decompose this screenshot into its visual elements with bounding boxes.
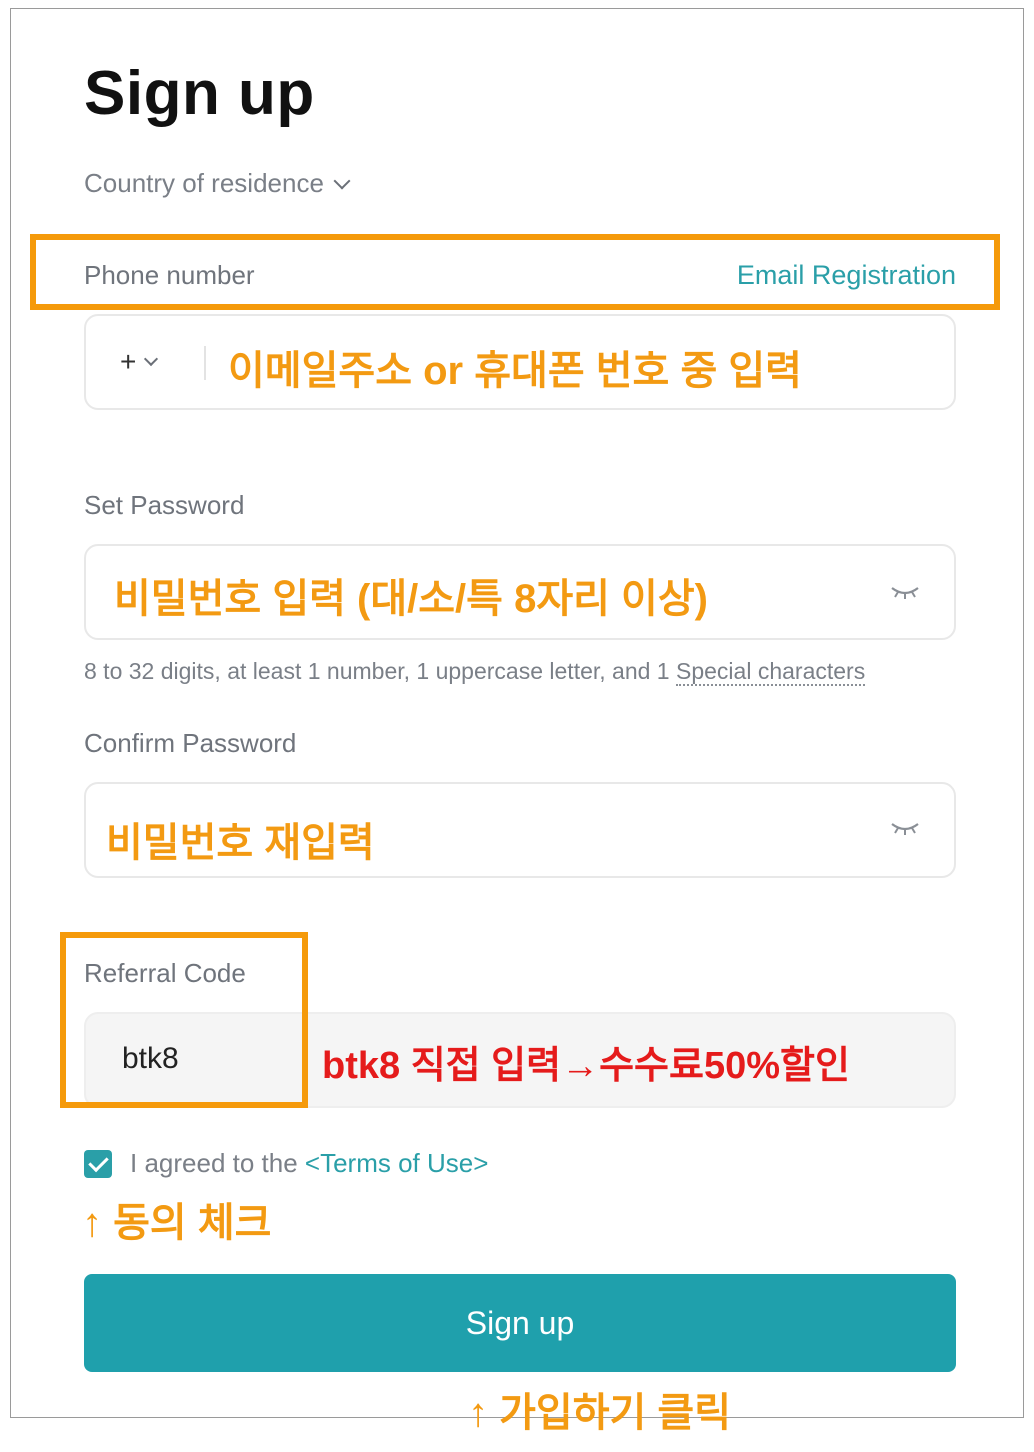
- terms-text: I agreed to the: [130, 1148, 305, 1178]
- divider: [204, 346, 206, 380]
- sign-up-button[interactable]: Sign up: [84, 1274, 956, 1372]
- phone-label: Phone number: [84, 260, 255, 290]
- annotation-box-referral: [60, 932, 308, 1108]
- sign-up-button-label: Sign up: [465, 1304, 575, 1341]
- confirm-password-label: Confirm Password: [84, 728, 297, 758]
- special-characters-tooltip[interactable]: Special characters: [676, 658, 866, 686]
- country-code-prefix: +: [120, 346, 137, 377]
- password-label: Set Password: [84, 490, 245, 520]
- annotation-terms: ↑ 동의 체크: [82, 1201, 272, 1245]
- chevron-down-icon: [144, 351, 159, 367]
- annotation-referral: btk8 직접 입력→수수료50%할인: [322, 1045, 850, 1087]
- country-select[interactable]: Country of residence: [84, 168, 351, 199]
- country-code-select[interactable]: +: [120, 346, 159, 378]
- page-title: Sign up: [84, 59, 315, 128]
- annotation-submit: ↑ 가입하기 클릭: [468, 1391, 732, 1435]
- terms-row: I agreed to the <Terms of Use>: [84, 1148, 488, 1179]
- country-label: Country of residence: [84, 168, 324, 198]
- eye-closed-icon[interactable]: [890, 818, 920, 838]
- eye-closed-icon[interactable]: [890, 582, 920, 602]
- annotation-phone: 이메일주소 or 휴대폰 번호 중 입력: [228, 349, 802, 393]
- annotation-confirm: 비밀번호 재입력: [106, 821, 375, 865]
- email-registration-link[interactable]: Email Registration: [737, 260, 956, 291]
- terms-of-use-link[interactable]: <Terms of Use>: [305, 1148, 489, 1178]
- password-hint: 8 to 32 digits, at least 1 number, 1 upp…: [84, 658, 866, 686]
- password-hint-text: 8 to 32 digits, at least 1 number, 1 upp…: [84, 658, 676, 684]
- terms-checkbox[interactable]: [84, 1149, 112, 1178]
- chevron-down-icon: [333, 172, 351, 189]
- annotation-password: 비밀번호 입력 (대/소/특 8자리 이상): [114, 577, 708, 621]
